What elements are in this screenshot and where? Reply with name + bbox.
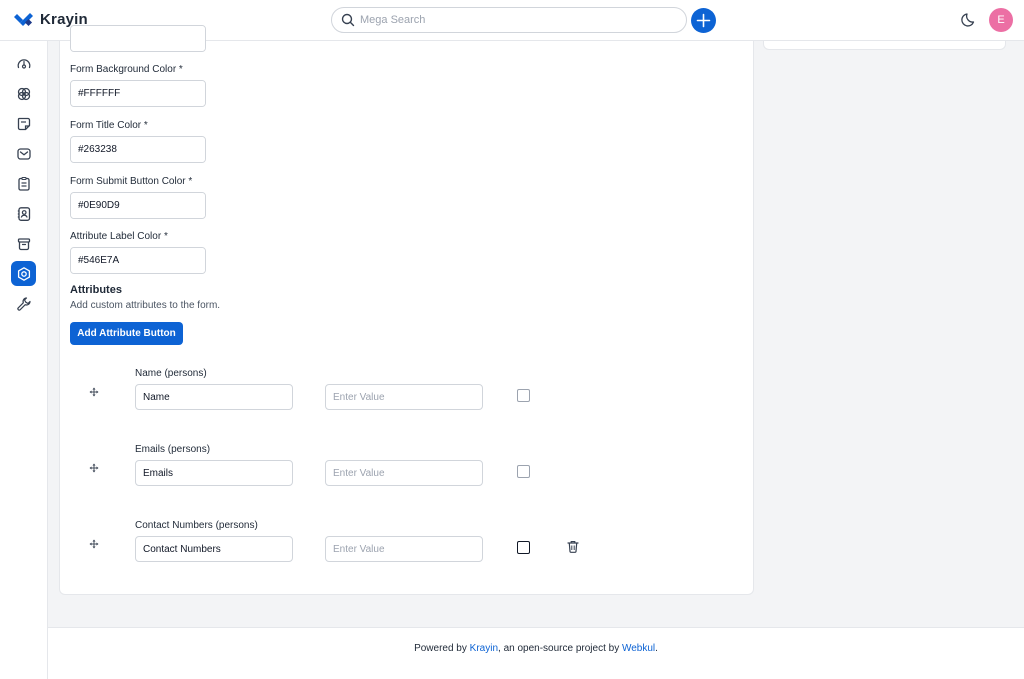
quotes-icon xyxy=(17,117,30,130)
user-avatar[interactable]: E xyxy=(989,8,1013,32)
mail-icon xyxy=(16,147,31,160)
products-icon xyxy=(17,237,30,250)
sidebar-item-products[interactable] xyxy=(11,231,36,256)
attribute-required-checkbox[interactable] xyxy=(517,389,530,402)
form-title-color-field[interactable] xyxy=(70,136,206,163)
web-form-card: Form Background Color * Form Title Color… xyxy=(59,25,754,595)
attribute-name-input[interactable] xyxy=(135,384,293,410)
sidebar-item-configuration[interactable] xyxy=(11,291,36,316)
footer: Powered by Krayin, an open-source projec… xyxy=(48,627,1024,679)
sidebar-item-quotes[interactable] xyxy=(11,111,36,136)
wrench-icon xyxy=(16,296,31,311)
sidebar-item-settings[interactable] xyxy=(11,261,36,286)
mega-search[interactable] xyxy=(331,7,687,33)
drag-handle-icon[interactable] xyxy=(89,539,99,549)
attribute-label: Name (persons) xyxy=(135,368,207,379)
form-title-color-input[interactable] xyxy=(71,137,205,162)
add-attribute-button[interactable]: Add Attribute Button xyxy=(70,322,183,345)
form-submit-button-color-field[interactable] xyxy=(70,192,206,219)
attribute-value-input[interactable] xyxy=(325,536,483,562)
drag-handle-icon[interactable] xyxy=(89,387,99,397)
form-submit-button-color-input[interactable] xyxy=(71,193,205,218)
attribute-value-input[interactable] xyxy=(325,460,483,486)
moon-icon[interactable] xyxy=(961,11,978,28)
sidebar-item-contacts[interactable] xyxy=(11,201,36,226)
sidebar xyxy=(0,41,48,679)
settings-icon xyxy=(17,266,30,281)
attribute-value-input[interactable] xyxy=(325,384,483,410)
dashboard-icon xyxy=(17,58,30,69)
attribute-label-color-field[interactable] xyxy=(70,247,206,274)
form-background-color-label: Form Background Color * xyxy=(70,64,183,75)
footer-prefix: Powered by xyxy=(414,643,470,654)
attributes-heading: Attributes xyxy=(70,284,122,296)
trash-icon[interactable] xyxy=(567,540,579,553)
color-value-input[interactable] xyxy=(71,26,205,51)
sidebar-item-activities[interactable] xyxy=(11,171,36,196)
form-background-color-field[interactable] xyxy=(70,80,206,107)
attribute-label-color-input[interactable] xyxy=(71,248,205,273)
krayin-logo-icon xyxy=(14,12,33,26)
quick-create-button[interactable] xyxy=(691,8,716,33)
attribute-name-input[interactable] xyxy=(135,536,293,562)
attribute-name-input[interactable] xyxy=(135,460,293,486)
search-icon xyxy=(341,13,355,27)
attributes-description: Add custom attributes to the form. xyxy=(70,300,221,311)
krayin-link[interactable]: Krayin xyxy=(470,643,498,654)
attribute-label: Emails (persons) xyxy=(135,444,211,455)
attribute-required-checkbox[interactable] xyxy=(517,541,530,554)
webkul-link[interactable]: Webkul xyxy=(622,643,655,654)
sidebar-item-dashboard[interactable] xyxy=(11,51,36,76)
attribute-required-checkbox[interactable] xyxy=(517,465,530,478)
attribute-label: Contact Numbers (persons) xyxy=(135,520,258,531)
search-input[interactable] xyxy=(360,8,680,32)
form-submit-button-color-label: Form Submit Button Color * xyxy=(70,176,193,187)
drag-handle-icon[interactable] xyxy=(89,463,99,473)
form-background-color-input[interactable] xyxy=(71,81,205,106)
activities-icon xyxy=(17,176,30,191)
sidebar-item-mail[interactable] xyxy=(11,141,36,166)
footer-suffix: . xyxy=(655,643,658,654)
attribute-label-color-label: Attribute Label Color * xyxy=(70,231,168,242)
footer-middle: , an open-source project by xyxy=(498,643,622,654)
form-title-color-label: Form Title Color * xyxy=(70,120,148,131)
leads-icon xyxy=(17,87,30,100)
contacts-icon xyxy=(17,206,30,221)
side-panel-card xyxy=(763,41,1006,50)
sidebar-item-leads[interactable] xyxy=(11,81,36,106)
color-field-partial[interactable] xyxy=(70,25,206,52)
plus-icon xyxy=(696,13,711,28)
